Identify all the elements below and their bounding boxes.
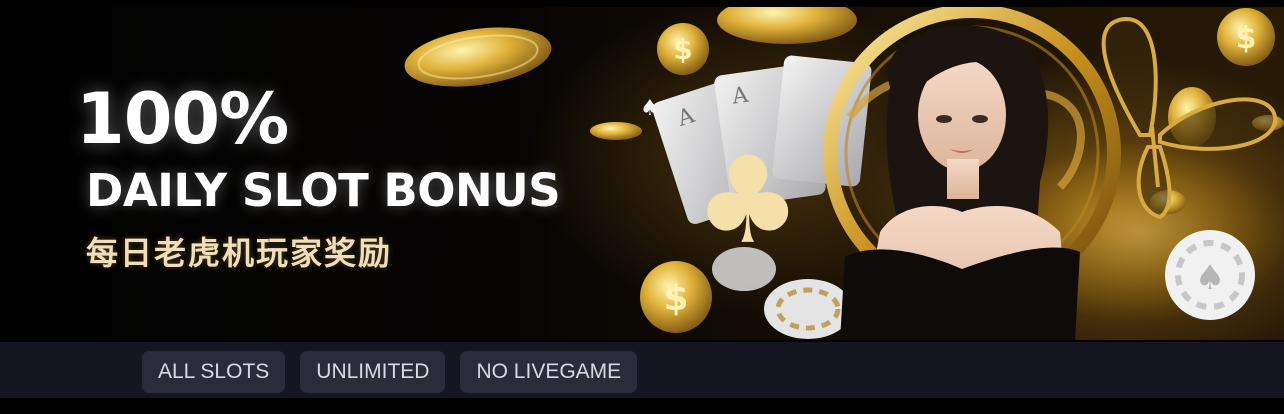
bonus-title: DAILY SLOT BONUS bbox=[86, 164, 561, 217]
spade-suit-icon: ♠ bbox=[640, 96, 660, 121]
gold-coin-icon bbox=[404, 27, 552, 87]
tag-unlimited[interactable]: UNLIMITED bbox=[300, 351, 446, 393]
promo-banner[interactable]: $ $ $ A A ♠ ♣ ♠ 100% DAILY SLOT BONUS 每日… bbox=[0, 7, 1284, 340]
tag-list: ALL SLOTS UNLIMITED NO LIVEGAME bbox=[142, 351, 638, 393]
promo-card[interactable]: $ $ $ A A ♠ ♣ ♠ 100% DAILY SLOT BONUS 每日… bbox=[0, 0, 1284, 414]
poker-chip-icon: ♠ bbox=[1165, 230, 1255, 320]
tag-no-livegame[interactable]: NO LIVEGAME bbox=[460, 351, 638, 393]
tag-all-slots[interactable]: ALL SLOTS bbox=[142, 351, 286, 393]
svg-text:♠: ♠ bbox=[1195, 258, 1225, 298]
bonus-percent: 100% bbox=[76, 78, 289, 160]
gold-coin-icon bbox=[590, 122, 642, 140]
gold-coin-icon: $ bbox=[657, 23, 709, 75]
bonus-subtitle: 每日老虎机玩家奖励 bbox=[86, 234, 393, 272]
svg-text:♠: ♠ bbox=[640, 96, 660, 121]
poker-chip-icon bbox=[764, 279, 852, 339]
svg-text:$: $ bbox=[1236, 21, 1257, 56]
promo-tag-bar: ALL SLOTS UNLIMITED NO LIVEGAME bbox=[0, 342, 1284, 398]
svg-text:$: $ bbox=[673, 33, 692, 66]
gold-coin-icon: $ bbox=[1217, 8, 1275, 66]
gold-coin-icon bbox=[717, 7, 857, 44]
poker-chip-icon bbox=[712, 247, 776, 291]
svg-text:$: $ bbox=[663, 278, 688, 319]
gold-coin-icon: $ bbox=[640, 261, 712, 333]
